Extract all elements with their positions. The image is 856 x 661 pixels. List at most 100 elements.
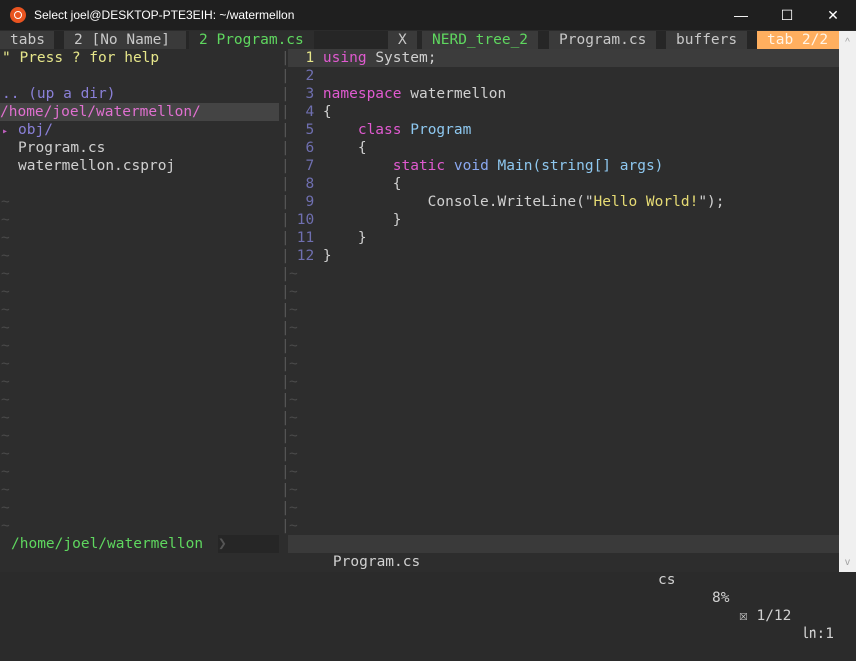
empty-line-tilde: ~ [1,284,10,300]
minimize-button[interactable]: — [718,0,764,30]
scrollbar[interactable]: ^ v [839,31,856,572]
code-token: Main(string[] args) [497,158,664,174]
code-line[interactable]: 7 static void Main(string[] args) [288,157,663,175]
code-line[interactable]: 12 } [288,247,332,265]
status-path: /home/joel/watermellon [11,536,204,552]
code-line[interactable]: 3 namespace watermellon [288,85,506,103]
nerdtree-item-name: Program.cs [18,140,106,156]
scroll-down-icon[interactable]: v [839,557,856,568]
code-token: using [322,50,367,66]
empty-line-tilde: ~ [1,518,10,534]
status-filename: Program.cs [332,554,421,570]
buffers-label: buffers [666,31,748,49]
line-number: 8 [288,176,323,192]
code-token: System; [375,50,437,66]
line-number: 9 [288,194,323,210]
nerdtree-item[interactable]: watermellon.csproj [2,157,175,175]
window-title: Select joel@DESKTOP-PTE3EIH: ~/watermell… [34,8,295,22]
empty-line-tilde: ~ [1,230,10,246]
tabline-label: tabs [0,31,54,49]
close-button[interactable]: ✕ [810,0,856,30]
expand-arrow-icon [2,144,8,155]
empty-line-tilde: ~ [289,518,298,534]
code-line[interactable]: 5 class Program [288,121,471,139]
empty-line-tilde: ~ [289,482,298,498]
code-line[interactable]: 6 { [288,139,366,157]
empty-line-tilde: ~ [1,212,10,228]
code-token: } [322,212,402,228]
empty-line-tilde: ~ [1,392,10,408]
nerdtree-item-name: obj/ [18,122,53,138]
empty-line-tilde: ~ [1,194,10,210]
nerdtree-root-path: /home/joel/watermellon/ [0,104,201,120]
empty-line-tilde: ~ [289,500,298,516]
code-token: namespace [322,86,402,102]
code-token: "); [698,194,725,210]
nerdtree-help: " Press ? for help [2,50,160,66]
line-number: 2 [288,68,323,84]
line-number: 6 [288,140,323,156]
empty-line-tilde: ~ [1,428,10,444]
code-token: Console.WriteLine(" [322,194,594,210]
empty-line-tilde: ~ [1,302,10,318]
line-number: 4 [288,104,323,120]
status-column: ㏑:1 [802,626,834,642]
line-number: 1 [288,50,323,66]
status-position: ☒ 1/12 [739,608,792,624]
empty-line-tilde: ~ [1,500,10,516]
scroll-up-icon[interactable]: ^ [839,37,856,48]
nerdtree-item[interactable]: Program.cs [2,139,105,157]
code-token: void [453,158,489,174]
editor-status: Program.cs cs 8% ☒ 1/12 ㏑:1 [288,535,839,642]
empty-line-tilde: ~ [289,284,298,300]
empty-line-tilde: ~ [289,446,298,462]
empty-line-tilde: ~ [1,446,10,462]
empty-line-tilde: ~ [1,374,10,390]
code-token: { [322,176,402,192]
code-token: watermellon [410,86,507,102]
code-line[interactable]: 2 [288,67,323,85]
line-number: 11 [288,230,323,246]
empty-line-tilde: ~ [1,482,10,498]
empty-line-tilde: ~ [289,392,298,408]
code-line[interactable]: 11 } [288,229,367,247]
code-token: Hello World! [593,194,699,210]
maximize-button[interactable]: ☐ [764,0,810,30]
terminal[interactable]: tabs 2 [No Name] 2 Program.cs X NERD_tre… [0,31,839,642]
tab-count-badge: tab 2/2 [757,31,839,49]
empty-line-tilde: ~ [1,356,10,372]
code-line[interactable]: 8 { [288,175,402,193]
tab-program-cs[interactable]: 2 Program.cs [189,31,314,49]
code-line[interactable]: 4 { [288,103,331,121]
empty-line-tilde: ~ [1,410,10,426]
tab-close[interactable]: X [388,31,417,49]
empty-line-tilde: ~ [1,464,10,480]
vertical-split[interactable]: | | | | | | | | | | | | | | | | | | | | | | | | | | | [279,49,290,535]
empty-line-tilde: ~ [1,266,10,282]
nerdtree-up-dir[interactable]: .. (up a dir) [2,85,116,103]
empty-line-tilde: ~ [289,464,298,480]
nerdtree-item[interactable]: ▸ obj/ [2,121,53,139]
empty-line-tilde: ~ [289,410,298,426]
tab-no-name[interactable]: 2 [No Name] [64,31,186,49]
ubuntu-icon [10,7,26,23]
code-token: static [392,158,446,174]
code-token: Program [410,122,472,138]
empty-line-tilde: ~ [289,374,298,390]
empty-line-tilde: ~ [289,428,298,444]
empty-line-tilde: ~ [289,302,298,318]
nerdtree-item-name: watermellon.csproj [18,158,176,174]
code-token: class [357,122,402,138]
code-line[interactable]: 1 using System; [288,49,436,67]
code-line[interactable]: 9 Console.WriteLine("Hello World!"); [288,193,725,211]
status-arrow: ❯ [218,535,279,553]
code-line[interactable]: 10 } [288,211,402,229]
empty-line-tilde: ~ [1,320,10,336]
nerdtree-root[interactable]: /home/joel/watermellon/ [0,103,279,121]
buffer-nerdtree[interactable]: NERD_tree_2 [422,31,539,49]
empty-line-tilde: ~ [289,338,298,354]
status-filetype: cs [658,572,676,588]
buffer-program-cs[interactable]: Program.cs [549,31,657,49]
vim-tabline: tabs 2 [No Name] 2 Program.cs X NERD_tre… [0,31,839,49]
